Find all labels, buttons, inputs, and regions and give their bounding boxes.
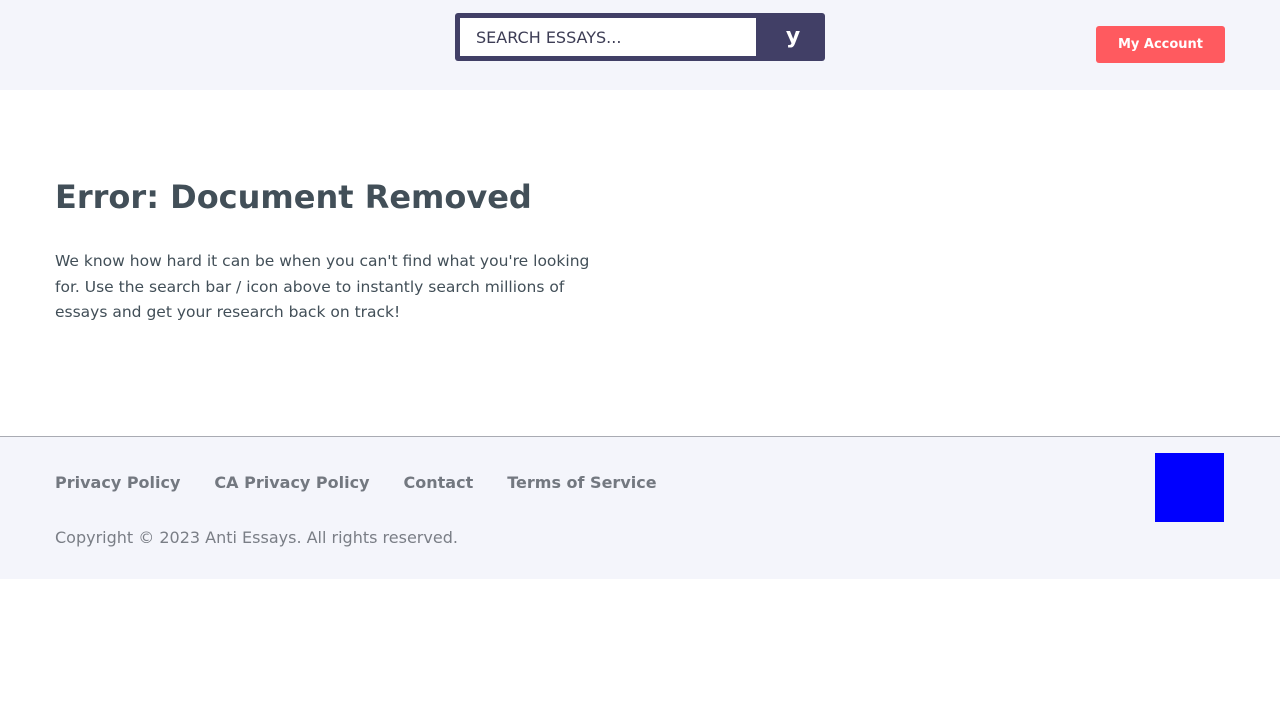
- site-header: y My Account: [0, 0, 1280, 90]
- page-title: Error: Document Removed: [55, 178, 532, 216]
- footer-links: Privacy Policy CA Privacy Policy Contact…: [55, 473, 657, 492]
- footer-link-contact[interactable]: Contact: [404, 473, 474, 492]
- search-button[interactable]: y: [761, 13, 825, 61]
- footer-link-ca-privacy-policy[interactable]: CA Privacy Policy: [214, 473, 369, 492]
- copyright-text: Copyright © 2023 Anti Essays. All rights…: [55, 528, 458, 547]
- blue-square-badge: [1155, 453, 1224, 522]
- footer-link-privacy-policy[interactable]: Privacy Policy: [55, 473, 180, 492]
- my-account-button[interactable]: My Account: [1096, 26, 1225, 63]
- main-content: Error: Document Removed We know how hard…: [0, 90, 1280, 436]
- footer-link-terms-of-service[interactable]: Terms of Service: [507, 473, 656, 492]
- error-message: We know how hard it can be when you can'…: [55, 252, 590, 321]
- site-footer: Privacy Policy CA Privacy Policy Contact…: [0, 436, 1280, 579]
- search-input[interactable]: [460, 18, 756, 56]
- search-bar: y: [455, 13, 825, 61]
